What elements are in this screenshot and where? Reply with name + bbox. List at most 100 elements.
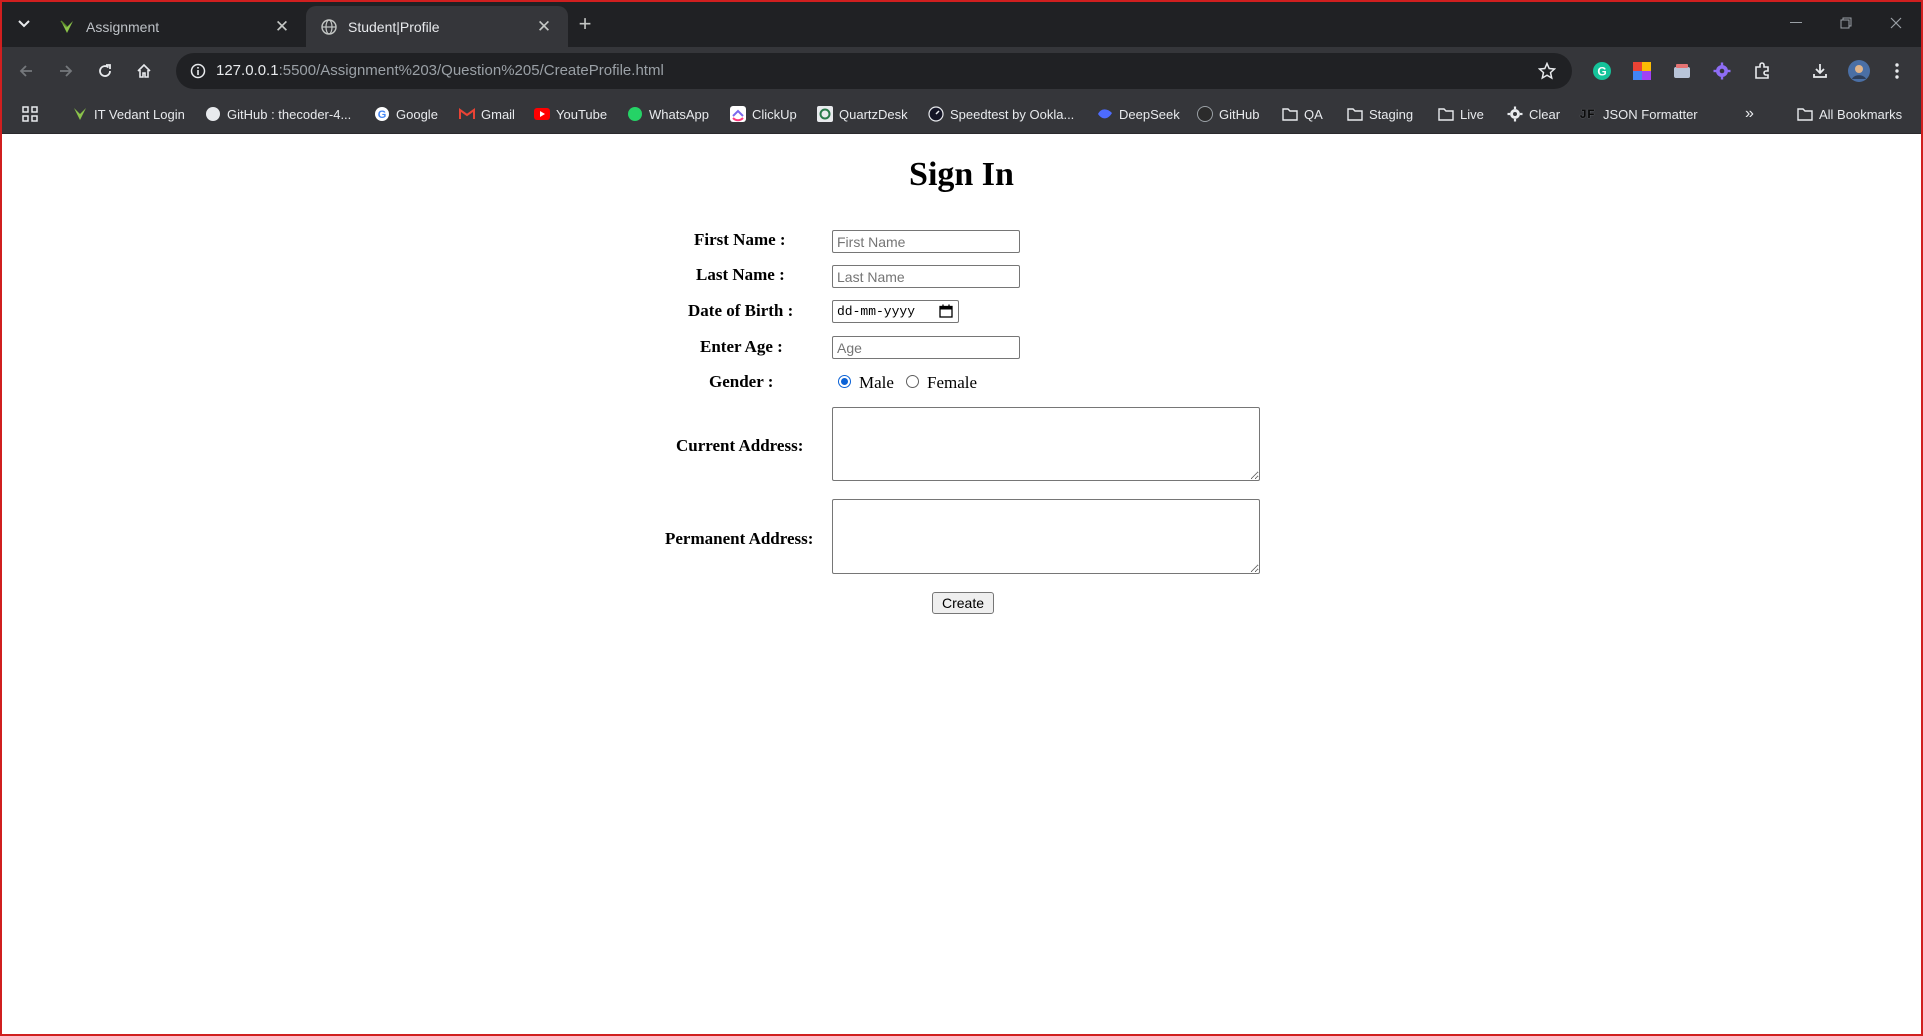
bookmark-label: WhatsApp — [649, 106, 709, 122]
folder-icon — [1797, 106, 1813, 122]
bookmark-clear[interactable]: Clear — [1507, 104, 1560, 124]
bookmark-label: GitHub : thecoder-4... — [227, 106, 352, 122]
bookmark-github-thecoder[interactable]: GitHub : thecoder-4... — [205, 104, 351, 124]
gender-male-label[interactable]: Male — [859, 373, 894, 393]
bookmark-label: YouTube — [556, 106, 608, 122]
close-window-icon[interactable] — [1874, 10, 1918, 36]
bookmark-label: GitHub — [1219, 106, 1260, 122]
tab-title: Assignment — [86, 18, 160, 35]
tab-search-chevron-icon[interactable] — [10, 10, 38, 38]
apps-grid-icon[interactable] — [22, 104, 38, 124]
bookmark-label: QuartzDesk — [839, 106, 908, 122]
tab-student-profile[interactable]: Student|Profile ✕ — [306, 6, 568, 47]
google-icon: G — [374, 106, 390, 122]
whatsapp-icon — [627, 106, 643, 122]
bookmark-label: IT Vedant Login — [94, 106, 185, 122]
bookmark-google[interactable]: G Google — [374, 104, 438, 124]
color-picker-icon[interactable] — [1628, 57, 1656, 85]
browser-toolbar: 127.0.0.1:5500/Assignment%203/Question%2… — [0, 47, 1923, 95]
github-icon — [1197, 106, 1213, 122]
age-input[interactable] — [832, 336, 1020, 359]
bookmark-gmail[interactable]: Gmail — [459, 104, 515, 124]
itvedant-leaf-icon — [58, 18, 76, 36]
back-arrow-icon[interactable] — [10, 55, 42, 87]
calendar-icon[interactable] — [939, 304, 953, 318]
age-label: Enter Age : — [700, 337, 783, 356]
tab-assignment[interactable]: Assignment ✕ — [44, 6, 306, 47]
minimize-icon[interactable] — [1774, 10, 1818, 36]
bookmark-youtube[interactable]: YouTube — [534, 104, 607, 124]
gender-label: Gender : — [709, 372, 774, 391]
itvedant-leaf-icon — [72, 106, 88, 122]
svg-text:G: G — [378, 109, 387, 121]
bookmark-whatsapp[interactable]: WhatsApp — [627, 104, 709, 124]
url-path: :5500/Assignment%203/Question%205/Create… — [278, 62, 664, 79]
clickup-icon — [730, 106, 746, 122]
bookmarks-overflow-icon[interactable]: » — [1745, 104, 1754, 124]
new-tab-icon[interactable]: + — [572, 11, 598, 37]
bookmark-label: Clear — [1529, 106, 1561, 122]
page-title: Sign In — [909, 156, 1014, 193]
deepseek-icon — [1097, 106, 1113, 122]
tab-strip: Assignment ✕ Student|Profile ✕ + — [0, 0, 1923, 47]
extensions-puzzle-icon[interactable] — [1748, 57, 1776, 85]
gender-female-label[interactable]: Female — [927, 373, 977, 393]
extension-window-icon[interactable] — [1668, 57, 1696, 85]
close-tab-icon[interactable]: ✕ — [272, 17, 292, 37]
github-icon — [205, 106, 221, 122]
page-content: Sign In First Name : Last Name : Date of… — [0, 134, 1923, 1036]
download-icon[interactable] — [1806, 57, 1834, 85]
gender-female-radio[interactable] — [906, 375, 919, 388]
bookmark-star-icon[interactable] — [1536, 60, 1558, 82]
bookmark-it-vedant-login[interactable]: IT Vedant Login — [72, 104, 185, 124]
dob-date-input[interactable]: dd-mm-yyyy — [832, 300, 959, 323]
first-name-input[interactable] — [832, 230, 1020, 253]
close-tab-icon[interactable]: ✕ — [534, 17, 554, 37]
bookmark-deepseek[interactable]: DeepSeek — [1097, 104, 1180, 124]
bookmark-quartzdesk[interactable]: QuartzDesk — [817, 104, 908, 124]
bookmark-label: Speedtest by Ookla... — [950, 106, 1075, 122]
all-bookmarks-label: All Bookmarks — [1819, 106, 1903, 122]
gender-male-radio[interactable] — [838, 375, 851, 388]
home-icon[interactable] — [128, 55, 160, 87]
bookmark-folder-staging[interactable]: Staging — [1347, 104, 1413, 124]
tab-title: Student|Profile — [348, 18, 440, 35]
last-name-input[interactable] — [832, 265, 1020, 288]
browser-menu-icon[interactable] — [1883, 57, 1911, 85]
create-button[interactable]: Create — [932, 592, 994, 614]
gmail-icon — [459, 106, 475, 122]
bookmark-label: Live — [1460, 106, 1484, 122]
bookmark-label: QA — [1304, 106, 1323, 122]
purple-gear-extension-icon[interactable] — [1708, 57, 1736, 85]
svg-text:G: G — [1597, 65, 1606, 79]
json-formatter-icon: JF — [1579, 106, 1595, 122]
gear-icon — [1507, 106, 1523, 122]
dob-value: dd-mm-yyyy — [837, 304, 916, 319]
bookmark-folder-live[interactable]: Live — [1438, 104, 1484, 124]
profile-avatar-icon[interactable] — [1845, 57, 1873, 85]
address-bar[interactable]: 127.0.0.1:5500/Assignment%203/Question%2… — [176, 53, 1572, 89]
bookmark-folder-qa[interactable]: QA — [1282, 104, 1323, 124]
all-bookmarks[interactable]: All Bookmarks — [1797, 104, 1902, 124]
permanent-address-textarea[interactable] — [832, 499, 1260, 574]
quartzdesk-icon — [817, 106, 833, 122]
forward-arrow-icon[interactable] — [50, 55, 82, 87]
url-text: 127.0.0.1:5500/Assignment%203/Question%2… — [216, 62, 664, 79]
site-info-icon[interactable] — [188, 61, 208, 81]
bookmark-speedtest[interactable]: Speedtest by Ookla... — [928, 104, 1074, 124]
restore-icon[interactable] — [1824, 10, 1868, 36]
first-name-label: First Name : — [694, 230, 786, 249]
folder-icon — [1347, 106, 1363, 122]
bookmark-github[interactable]: GitHub — [1197, 104, 1259, 124]
bookmark-clickup[interactable]: ClickUp — [730, 104, 797, 124]
youtube-icon — [534, 106, 550, 122]
grammarly-icon[interactable]: G — [1588, 57, 1616, 85]
permanent-address-label: Permanent Address: — [665, 529, 814, 548]
bookmark-label: DeepSeek — [1119, 106, 1180, 122]
bookmark-json-formatter[interactable]: JF JSON Formatter — [1577, 104, 1697, 124]
globe-icon — [320, 18, 338, 36]
speedtest-icon — [928, 106, 944, 122]
folder-icon — [1438, 106, 1454, 122]
reload-icon[interactable] — [89, 55, 121, 87]
current-address-textarea[interactable] — [832, 407, 1260, 481]
